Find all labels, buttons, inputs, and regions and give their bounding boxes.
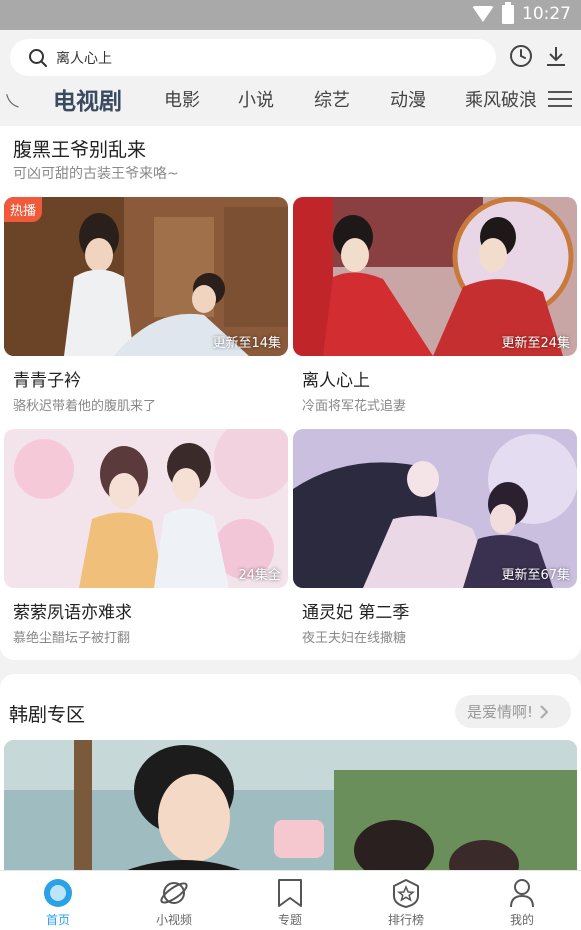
drama-title[interactable]: 青青子衿 [13, 366, 288, 391]
drama-thumbnail[interactable]: 更新至24集 [293, 197, 577, 356]
korea-more-label: 是爱情啊! [467, 703, 534, 721]
section-subtitle: 可凶可甜的古装王爷来咯~ [13, 166, 179, 182]
update-status: 更新至67集 [501, 568, 570, 583]
korean-drama-section: 韩剧专区 是爱情啊! [0, 674, 581, 874]
drama-title[interactable]: 通灵妃 第二季 [302, 598, 577, 623]
nav-home-label: 首页 [45, 913, 70, 927]
drama-card[interactable]: 热播 更新至14集 青青子衿 骆秋迟带着他的腹肌来了 [4, 197, 288, 414]
tab-variety[interactable]: 综艺 [314, 86, 350, 112]
nav-short-video-label: 小视频 [155, 913, 192, 927]
status-time: 10:27 [522, 4, 571, 24]
drama-desc: 冷面将军花式追妻 [302, 399, 407, 414]
nav-profile-label: 我的 [509, 913, 534, 927]
korea-more-button[interactable]: 是爱情啊! [455, 695, 571, 728]
search-placeholder: 离人心上 [56, 50, 112, 67]
nav-home[interactable]: 首页 [18, 877, 98, 928]
update-status: 更新至24集 [501, 336, 570, 351]
nav-short-video[interactable]: 小视频 [134, 877, 214, 928]
history-icon[interactable] [509, 44, 533, 68]
menu-icon[interactable] [548, 90, 572, 108]
drama-thumbnail[interactable]: 24集全 [4, 429, 288, 588]
nav-profile[interactable]: 我的 [482, 877, 562, 928]
update-status: 更新至14集 [212, 336, 281, 351]
drama-card[interactable]: 更新至24集 离人心上 冷面将军花式追妻 [293, 197, 577, 414]
home-icon [44, 879, 72, 907]
tab-chengfeng[interactable]: 乘风破浪 [465, 86, 537, 112]
hot-badge: 热播 [4, 197, 43, 222]
battery-icon [502, 1, 514, 24]
section-title: 腹黑王爷别乱来 [13, 139, 147, 161]
tab-anime[interactable]: 动漫 [390, 86, 426, 112]
top-area: 离人心上 乀 电视剧 电影 小说 综艺 动漫 乘风破浪 [0, 30, 581, 126]
drama-desc: 夜王夫妇在线撒糖 [302, 631, 407, 646]
download-icon[interactable] [544, 44, 568, 68]
drama-title[interactable]: 萦萦夙语亦难求 [13, 598, 288, 623]
search-icon [29, 48, 47, 67]
drama-card[interactable]: 24集全 萦萦夙语亦难求 慕绝尘醋坛子被打翻 [4, 429, 288, 646]
search-input[interactable]: 离人心上 [10, 39, 496, 76]
korea-section-title: 韩剧专区 [9, 704, 86, 726]
bookmark-icon [278, 879, 302, 907]
drama-desc: 慕绝尘醋坛子被打翻 [13, 631, 131, 646]
nav-topics-label: 专题 [277, 913, 302, 927]
planet-icon [160, 882, 188, 904]
bottom-nav: 首页 小视频 专题 排行榜 我的 [0, 870, 581, 930]
nav-topics[interactable]: 专题 [250, 877, 330, 928]
chevron-right-icon [540, 704, 549, 719]
tab-movies[interactable]: 电影 [164, 86, 200, 112]
drama-desc: 骆秋迟带着他的腹肌来了 [13, 399, 157, 414]
tab-partial[interactable]: 乀 [4, 87, 20, 111]
drama-card[interactable]: 更新至67集 通灵妃 第二季 夜王夫妇在线撒糖 [293, 429, 577, 646]
status-bar: 10:27 [0, 0, 581, 30]
featured-section: 腹黑王爷别乱来 可凶可甜的古装王爷来咯~ 热播 更新至14集 青青子衿 骆秋迟带… [0, 126, 581, 660]
tab-novels[interactable]: 小说 [238, 86, 274, 112]
user-icon [510, 879, 534, 908]
badge-star-icon [393, 879, 419, 908]
tab-tv-series[interactable]: 电视剧 [53, 82, 122, 116]
update-status: 24集全 [238, 568, 281, 583]
category-tabs: 乀 电视剧 电影 小说 综艺 动漫 乘风破浪 [0, 78, 581, 120]
nav-ranking[interactable]: 排行榜 [366, 877, 446, 928]
drama-thumbnail[interactable]: 热播 更新至14集 [4, 197, 288, 356]
korea-banner-image[interactable] [4, 740, 577, 874]
wifi-icon [472, 6, 494, 22]
nav-ranking-label: 排行榜 [387, 913, 424, 927]
drama-thumbnail[interactable]: 更新至67集 [293, 429, 577, 588]
drama-title[interactable]: 离人心上 [302, 366, 577, 391]
